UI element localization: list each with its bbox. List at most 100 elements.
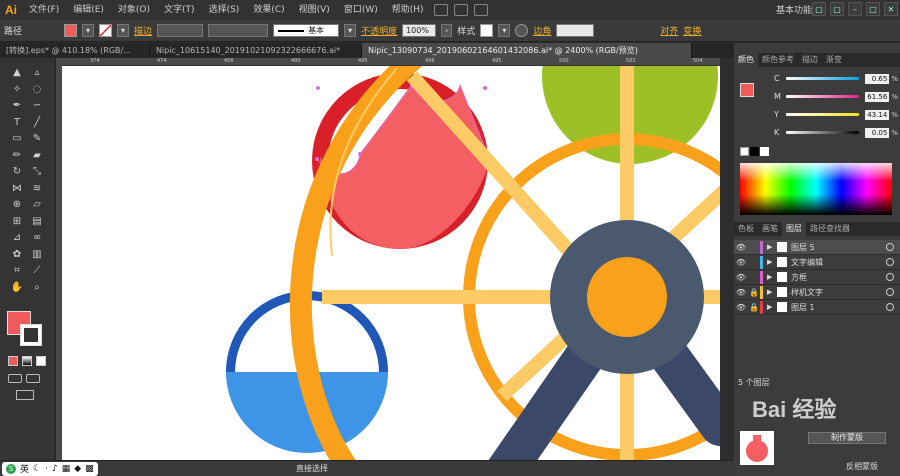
mesh-icon[interactable]: ⊞	[8, 213, 26, 230]
search-icon[interactable]: ▢	[812, 2, 826, 16]
eraser-icon[interactable]: ▰	[28, 147, 46, 164]
mask-thumbnail[interactable]	[740, 431, 774, 465]
corner-link[interactable]: 边角	[533, 24, 551, 37]
perspective-icon[interactable]: ▱	[28, 196, 46, 213]
hand-icon[interactable]: ✋	[8, 279, 26, 296]
color-spectrum[interactable]	[740, 163, 892, 215]
opacity-field[interactable]: 100%	[402, 24, 437, 37]
magic-wand-icon[interactable]: ✧	[8, 81, 26, 98]
tab-document-3[interactable]: Nipic_13090734_20190602164601432086.ai* …	[362, 43, 692, 58]
expand-triangle-icon[interactable]: ▶	[767, 288, 777, 296]
shape-builder-icon[interactable]: ⊕	[8, 196, 26, 213]
layer-row[interactable]: 👁 🔒 ▶ 样机文字	[734, 285, 900, 300]
layer-row[interactable]: 👁 🔒 ▶ 图层 1	[734, 300, 900, 315]
expand-triangle-icon[interactable]: ▶	[767, 273, 777, 281]
ime-indicator[interactable]: S 英 ☾ · ♪ ▦ ◆ ▩	[2, 461, 98, 476]
menu-select[interactable]: 选择(S)	[202, 0, 247, 20]
reverse-mask-checkbox[interactable]: 反相蒙版	[846, 461, 878, 472]
layer-row[interactable]: 👁 ▶ 图层 5	[734, 240, 900, 255]
align-link[interactable]: 对齐	[660, 24, 678, 37]
vertical-scrollbar[interactable]	[720, 58, 734, 466]
curvature-icon[interactable]: ∽	[28, 97, 46, 114]
menu-type[interactable]: 文字(T)	[157, 0, 202, 20]
lasso-icon[interactable]: ◌	[28, 81, 46, 98]
artboard-icon[interactable]: ⌗	[8, 262, 26, 279]
menu-window[interactable]: 窗口(W)	[337, 0, 385, 20]
stroke-weight-field[interactable]	[157, 24, 204, 37]
style-dropdown-icon[interactable]: ▾	[498, 24, 511, 37]
tab-document-1[interactable]: [转换].eps* @ 410.18% (RGB/...	[0, 43, 150, 58]
menu-edit[interactable]: 编辑(E)	[66, 0, 111, 20]
eye-icon[interactable]: 👁	[734, 243, 748, 252]
stroke-dropdown-icon[interactable]: ▾	[117, 24, 130, 37]
rect-icon[interactable]: ▭	[8, 130, 26, 147]
tab-swatches[interactable]: 色板	[734, 222, 758, 236]
layer-row[interactable]: 👁 ▶ 文字编辑	[734, 255, 900, 270]
lock-icon[interactable]: 🔒	[748, 303, 760, 312]
tab-pathfinder[interactable]: 路径查找器	[806, 222, 854, 236]
symbol-icon[interactable]: ✿	[8, 246, 26, 263]
gradient-icon[interactable]: ▤	[28, 213, 46, 230]
graphic-style-swatch[interactable]	[480, 24, 494, 37]
opacity-link[interactable]: 不透明度	[361, 24, 397, 37]
horizontal-ruler[interactable]: 374 474 456 490 495 496 495 500 502 504	[62, 58, 734, 66]
tab-gradient[interactable]: 渐变	[822, 53, 846, 67]
target-circle-icon[interactable]	[886, 258, 894, 266]
variable-width-dropdown[interactable]	[208, 24, 269, 37]
artboard-canvas[interactable]	[62, 66, 720, 466]
none-mode-icon[interactable]	[36, 356, 46, 366]
target-circle-icon[interactable]	[886, 288, 894, 296]
pen-icon[interactable]: ✒	[8, 97, 26, 114]
stroke-link[interactable]: 描边	[134, 24, 152, 37]
select-arrow-icon[interactable]: ▲	[8, 64, 26, 81]
width-icon[interactable]: ⋈	[8, 180, 26, 197]
blend-icon[interactable]: ∞	[28, 229, 46, 246]
none-swatch[interactable]	[740, 147, 749, 156]
draw-normal-icon[interactable]	[8, 374, 22, 383]
menu-help[interactable]: 帮助(H)	[385, 0, 431, 20]
close-icon[interactable]: ✕	[884, 2, 898, 16]
tab-brushes[interactable]: 画笔	[758, 222, 782, 236]
color-mode-icon[interactable]	[8, 356, 18, 366]
transform-link[interactable]: 变换	[683, 24, 701, 37]
feather-icon[interactable]	[473, 4, 488, 16]
draw-behind-icon[interactable]	[26, 374, 40, 383]
maximize-icon[interactable]: □	[866, 2, 880, 16]
make-mask-button[interactable]: 制作蒙版	[808, 432, 886, 444]
menu-effect[interactable]: 效果(C)	[246, 0, 291, 20]
slider-c[interactable]: C 0.65%	[774, 73, 898, 84]
tab-layers[interactable]: 图层	[782, 222, 806, 236]
tab-color-guide[interactable]: 颜色参考	[758, 53, 798, 67]
recolor-icon[interactable]	[515, 24, 529, 37]
direct-select-icon[interactable]: ▵	[28, 64, 46, 81]
tab-color[interactable]: 颜色	[734, 53, 758, 67]
target-circle-icon[interactable]	[886, 303, 894, 311]
brush-icon[interactable]: ✎	[28, 130, 46, 147]
brush-style-dropdown[interactable]: 基本	[273, 24, 340, 37]
screen-mode-icon[interactable]	[16, 390, 34, 400]
line-icon[interactable]: ╱	[28, 114, 46, 131]
zoom-icon[interactable]: ⌕	[28, 279, 46, 296]
bridge-icon[interactable]	[433, 4, 448, 16]
minimize-icon[interactable]: –	[848, 2, 862, 16]
scale-icon[interactable]: ⤡	[28, 163, 46, 180]
menu-view[interactable]: 视图(V)	[292, 0, 337, 20]
panel-fill-swatch[interactable]	[740, 83, 754, 97]
menu-file[interactable]: 文件(F)	[22, 0, 66, 20]
rotate-icon[interactable]: ↻	[8, 163, 26, 180]
gradient-mode-icon[interactable]	[22, 356, 32, 366]
expand-triangle-icon[interactable]: ▶	[767, 243, 777, 251]
eye-icon[interactable]: 👁	[734, 273, 748, 282]
target-circle-icon[interactable]	[886, 243, 894, 251]
corner-radius-field[interactable]	[556, 24, 595, 37]
fill-swatch[interactable]	[64, 24, 78, 37]
slider-y[interactable]: Y 43.14%	[774, 109, 898, 120]
layer-row[interactable]: 👁 ▶ 方框	[734, 270, 900, 285]
white-swatch[interactable]	[760, 147, 769, 156]
brush-dropdown-icon[interactable]: ▾	[344, 24, 357, 37]
workspace-switcher[interactable]: 基本功能	[776, 3, 812, 16]
expand-triangle-icon[interactable]: ▶	[767, 258, 777, 266]
type-icon[interactable]: T	[8, 114, 26, 131]
graph-icon[interactable]: ▥	[28, 246, 46, 263]
arrange-docs-icon[interactable]	[453, 4, 468, 16]
